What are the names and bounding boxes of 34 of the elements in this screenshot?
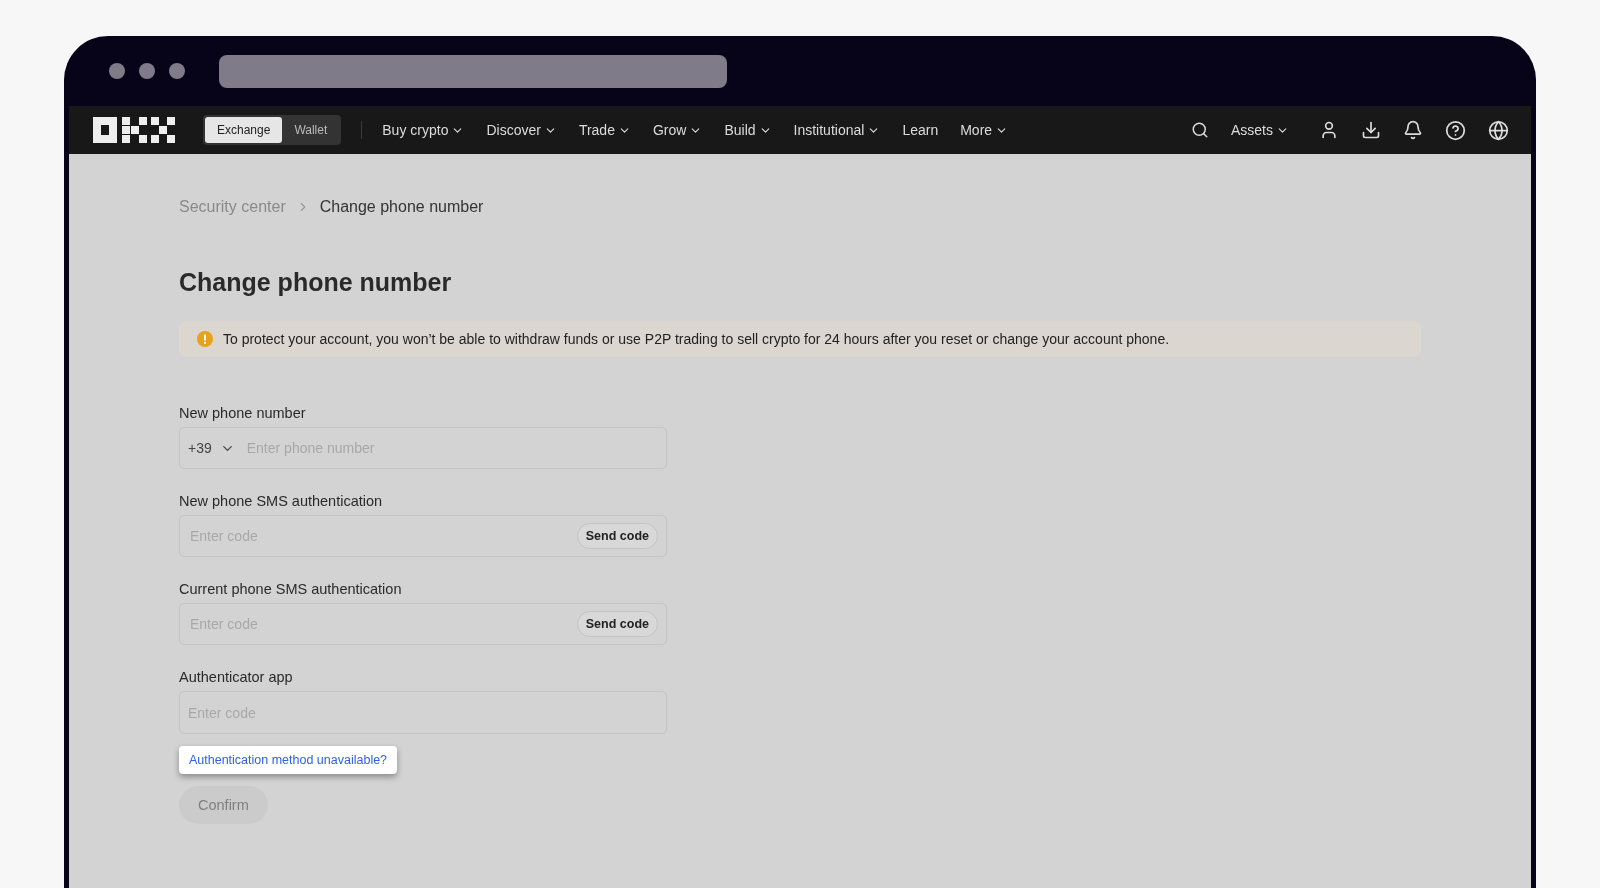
- field-label: New phone SMS authentication: [179, 493, 384, 509]
- user-icon[interactable]: [1319, 120, 1339, 140]
- assets-menu[interactable]: Assets: [1231, 122, 1289, 138]
- window-dot[interactable]: [169, 63, 185, 79]
- nav-menu-item[interactable]: Learn: [902, 122, 939, 138]
- nav-menu-item[interactable]: Trade: [578, 122, 631, 138]
- help-link[interactable]: Authentication method unavailable?: [179, 746, 398, 774]
- send-code-button[interactable]: Send code: [576, 611, 658, 637]
- country-code-select[interactable]: +39: [188, 440, 235, 456]
- window-dot[interactable]: [109, 63, 125, 79]
- logo-icon[interactable]: [93, 117, 175, 143]
- breadcrumb-link[interactable]: Change phone number: [319, 198, 484, 216]
- field-label: Current phone SMS authentication: [179, 581, 403, 597]
- nav-menu-item[interactable]: Build: [724, 122, 772, 138]
- download-icon[interactable]: [1361, 120, 1381, 140]
- field-label: Authenticator app: [179, 669, 294, 685]
- nav-menu-item[interactable]: Discover: [486, 122, 557, 138]
- nav-menu-item[interactable]: Buy crypto: [382, 122, 465, 138]
- send-code-button[interactable]: Send code: [576, 523, 658, 549]
- address-bar[interactable]: [219, 54, 727, 88]
- page-title: Change phone number: [179, 268, 453, 297]
- globe-icon[interactable]: [1488, 119, 1509, 141]
- mode-tab[interactable]: Exchange: [205, 117, 283, 143]
- search-icon[interactable]: [1191, 121, 1209, 139]
- window-dot[interactable]: [139, 63, 155, 79]
- nav-menu-item[interactable]: Grow: [652, 122, 703, 138]
- warning-icon: [197, 331, 213, 347]
- field-label: New phone number: [179, 405, 307, 421]
- nav-menu-item[interactable]: More: [960, 122, 1009, 138]
- mode-tab[interactable]: Wallet: [282, 117, 340, 143]
- notice-text: To protect your account, you won’t be able to withdraw funds or use P2P trading to sell crypto for 24 hours after you reset or change your account phone.: [223, 331, 1170, 347]
- help-icon[interactable]: [1445, 119, 1466, 141]
- nav-menu-item[interactable]: Institutional: [793, 122, 881, 138]
- bell-icon[interactable]: [1403, 120, 1423, 140]
